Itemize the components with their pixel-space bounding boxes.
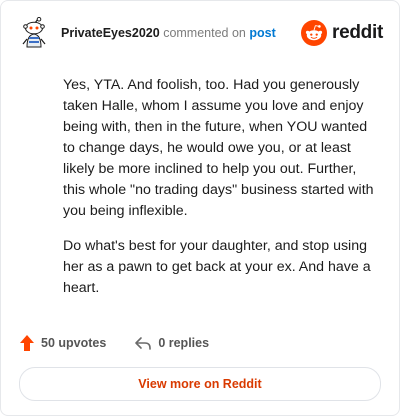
comment-paragraph-2: Do what's best for your daughter, and st… — [63, 238, 371, 296]
reddit-snoo-icon — [301, 20, 328, 46]
replies-count: 0 replies — [158, 336, 210, 350]
post-link[interactable]: post — [249, 26, 275, 40]
comment-meta: PrivateEyes2020 commented on post — [61, 26, 301, 40]
upvote-arrow-icon — [20, 335, 34, 351]
action-text: commented on — [163, 26, 246, 40]
comment-embed-card: PrivateEyes2020 commented on post reddit… — [0, 0, 400, 416]
reddit-logo[interactable]: reddit — [301, 20, 383, 46]
reddit-wordmark: reddit — [332, 22, 383, 43]
replies-stat[interactable]: 0 replies — [134, 335, 209, 351]
reply-arrow-icon — [135, 337, 152, 350]
comment-header: PrivateEyes2020 commented on post reddit — [17, 15, 383, 51]
upvotes-count: 50 upvotes — [41, 336, 107, 350]
upvotes-stat[interactable]: 50 upvotes — [19, 334, 106, 352]
comment-footer: 50 upvotes 0 replies — [19, 334, 237, 352]
comment-paragraph-1: Yes, YTA. And foolish, too. Had you gene… — [63, 77, 374, 219]
snoo-avatar-icon[interactable] — [17, 16, 51, 50]
view-more-button[interactable]: View more on Reddit — [19, 367, 381, 401]
username-link[interactable]: PrivateEyes2020 — [61, 26, 160, 40]
comment-body: Yes, YTA. And foolish, too. Had you gene… — [63, 75, 379, 313]
